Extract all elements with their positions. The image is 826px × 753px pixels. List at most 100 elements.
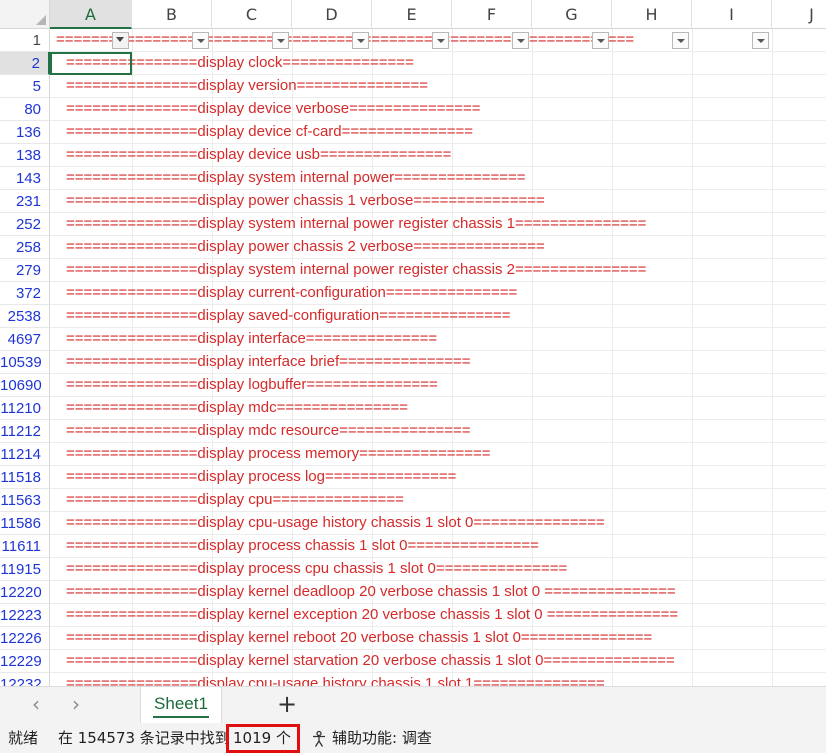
row-header[interactable]: 136 (0, 121, 50, 144)
row-header[interactable]: 138 (0, 144, 50, 167)
column-header-i[interactable]: I (692, 0, 772, 29)
column-header-j[interactable]: J (772, 0, 826, 29)
table-row[interactable]: ===============display power chassis 2 v… (50, 236, 826, 259)
table-row[interactable]: ===============display clock============… (50, 52, 826, 75)
row-header[interactable]: 11210 (0, 397, 50, 420)
column-header-h[interactable]: H (612, 0, 692, 29)
cell-text: ===============display system internal p… (66, 215, 647, 232)
table-row[interactable]: ===============display system internal p… (50, 213, 826, 236)
table-row[interactable]: ===============display process chassis 1… (50, 535, 826, 558)
row-header[interactable]: 231 (0, 190, 50, 213)
table-row[interactable]: ===============display kernel starvation… (50, 650, 826, 673)
cell-text: ===============display current-configura… (66, 284, 518, 301)
filter-dropdown-icon[interactable] (352, 32, 369, 49)
table-row[interactable]: ===============display kernel reboot 20 … (50, 627, 826, 650)
table-row[interactable]: ===============display cpu-usage history… (50, 673, 826, 686)
table-row[interactable]: ===============display interface========… (50, 328, 826, 351)
table-row[interactable]: ===============display device cf-card===… (50, 121, 826, 144)
status-accessibility[interactable]: 辅助功能: 调查 (332, 724, 432, 753)
cell-text: ===============display version==========… (66, 77, 429, 94)
table-row[interactable]: ===============display cpu-usage history… (50, 512, 826, 535)
prev-sheet-icon[interactable]: ‹ (24, 693, 48, 717)
filter-dropdown-icon[interactable] (512, 32, 529, 49)
row-header[interactable]: 12229 (0, 650, 50, 673)
row-header[interactable]: 11214 (0, 443, 50, 466)
row-header[interactable]: 5 (0, 75, 50, 98)
table-row[interactable]: ===============display process cpu chass… (50, 558, 826, 581)
column-header-d[interactable]: D (292, 0, 372, 29)
filter-dropdown-active-icon[interactable] (112, 32, 129, 49)
cell-text: ===============display device verbose===… (66, 100, 481, 117)
table-row[interactable]: ===============display cpu==============… (50, 489, 826, 512)
table-row[interactable]: ===============display version==========… (50, 75, 826, 98)
cell-text: ===============display kernel starvation… (66, 652, 675, 669)
filter-dropdown-icon[interactable] (192, 32, 209, 49)
status-found-text: 在 154573 条记录中找到 (58, 729, 230, 747)
cell-text: ===============display process cpu chass… (66, 560, 568, 577)
cell-text: ===============display kernel deadloop 2… (66, 583, 676, 600)
add-sheet-button[interactable]: + (274, 692, 300, 718)
worksheet: A B C D E F G H I J 1 2 5 80 136 138 143… (0, 0, 826, 686)
table-row[interactable]: ===============display saved-configurati… (50, 305, 826, 328)
table-row[interactable]: ===============display kernel exception … (50, 604, 826, 627)
row-header[interactable]: 1 (0, 29, 50, 52)
cell-text: ===============display cpu-usage history… (66, 514, 605, 531)
column-header-f[interactable]: F (452, 0, 532, 29)
row-header[interactable]: 12223 (0, 604, 50, 627)
row-header[interactable]: 12226 (0, 627, 50, 650)
filter-dropdown-icon[interactable] (672, 32, 689, 49)
row-header[interactable]: 11212 (0, 420, 50, 443)
row-header[interactable]: 12220 (0, 581, 50, 604)
filter-dropdown-icon[interactable] (432, 32, 449, 49)
active-cell-a2[interactable] (50, 52, 132, 75)
row-header[interactable]: 2538 (0, 305, 50, 328)
row-header[interactable]: 11586 (0, 512, 50, 535)
row-header[interactable]: 258 (0, 236, 50, 259)
column-header-c[interactable]: C (212, 0, 292, 29)
row-header[interactable]: 2 (0, 52, 50, 75)
row-header[interactable]: 80 (0, 98, 50, 121)
table-row[interactable]: ===============display mdc==============… (50, 397, 826, 420)
cell-text: ===============display logbuffer========… (66, 376, 438, 393)
table-row[interactable]: ===============display mdc resource=====… (50, 420, 826, 443)
status-ready: 就绪 (8, 729, 39, 747)
filter-dropdown-icon[interactable] (752, 32, 769, 49)
cell-text: ===============display process log======… (66, 468, 457, 485)
table-row[interactable]: ===============display logbuffer========… (50, 374, 826, 397)
row-header[interactable]: 11611 (0, 535, 50, 558)
table-row[interactable]: ===============display interface brief==… (50, 351, 826, 374)
row-header[interactable]: 252 (0, 213, 50, 236)
column-header-b[interactable]: B (132, 0, 212, 29)
row-header[interactable]: 10690 (0, 374, 50, 397)
row-header[interactable]: 372 (0, 282, 50, 305)
row-header[interactable]: 11518 (0, 466, 50, 489)
table-row[interactable]: ===============display kernel deadloop 2… (50, 581, 826, 604)
table-row[interactable]: ===============display system internal p… (50, 259, 826, 282)
cell-text: ===============display mdc resource=====… (66, 422, 471, 439)
column-header-e[interactable]: E (372, 0, 452, 29)
row-header[interactable]: 11915 (0, 558, 50, 581)
row-header[interactable]: 10539 (0, 351, 50, 374)
row-header[interactable]: 4697 (0, 328, 50, 351)
column-header-g[interactable]: G (532, 0, 612, 29)
column-header-a[interactable]: A (50, 0, 132, 29)
table-row[interactable]: ===============display process log======… (50, 466, 826, 489)
table-row[interactable]: ===============display system internal p… (50, 167, 826, 190)
table-row[interactable]: ===============display device verbose===… (50, 98, 826, 121)
table-row[interactable]: ===============display process memory===… (50, 443, 826, 466)
table-row[interactable]: ===============display power chassis 1 v… (50, 190, 826, 213)
row-header[interactable]: 12232 (0, 673, 50, 686)
filter-dropdown-icon[interactable] (592, 32, 609, 49)
tab-sheet1[interactable]: Sheet1 (140, 687, 222, 723)
row-header[interactable]: 11563 (0, 489, 50, 512)
select-all-corner[interactable] (0, 0, 50, 29)
cell-text: ===============display cpu-usage history… (66, 675, 605, 686)
table-row[interactable]: ===============display current-configura… (50, 282, 826, 305)
table-row[interactable]: ===============display device usb=======… (50, 144, 826, 167)
row-header[interactable]: 143 (0, 167, 50, 190)
row-header[interactable]: 279 (0, 259, 50, 282)
filter-dropdown-icon[interactable] (272, 32, 289, 49)
cell-grid[interactable]: ========================================… (50, 29, 826, 686)
row-headers: 1 2 5 80 136 138 143 231 252 258 279 372… (0, 29, 50, 686)
next-sheet-icon[interactable]: › (64, 693, 88, 717)
